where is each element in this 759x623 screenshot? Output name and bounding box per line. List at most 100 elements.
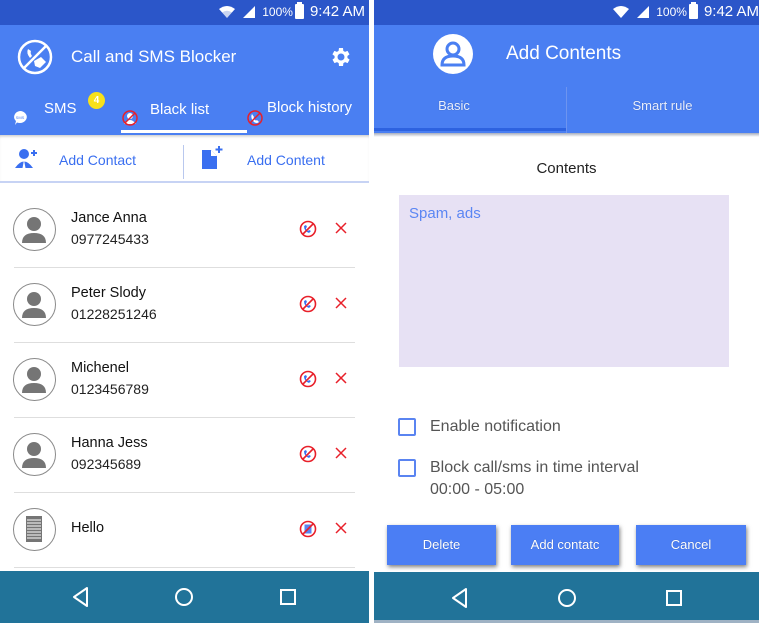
contact-phone: 092345689 (71, 456, 142, 472)
app-bar: Call and SMS Blocker SMS SMS 4 Black lis… (0, 25, 369, 135)
contents-label: Contents (536, 160, 597, 177)
person-icon (22, 367, 46, 393)
battery-icon (688, 2, 698, 19)
system-nav-bar (374, 572, 759, 620)
contact-name: Michenel (71, 360, 130, 376)
avatar (13, 208, 56, 251)
tab-block-history[interactable]: Block history (247, 87, 369, 135)
contents-input[interactable]: Spam, ads (399, 195, 729, 367)
avatar (13, 283, 56, 326)
blocked-call-icon[interactable] (299, 220, 317, 238)
blocked-call-icon[interactable] (299, 295, 317, 313)
close-icon[interactable] (334, 521, 348, 535)
tab-basic[interactable]: Basic (374, 83, 534, 130)
contact-name: Peter Slody (71, 285, 146, 301)
add-contact-label: Add Contact (59, 152, 137, 168)
blocked-person-icon (122, 110, 138, 126)
add-contact-button[interactable]: Add Contact (0, 135, 183, 183)
sms-bubble-icon: SMS (14, 111, 27, 125)
back-icon[interactable] (448, 586, 472, 610)
blocked-call-icon (247, 110, 263, 126)
row-divider (14, 567, 355, 568)
blacklist: Jance Anna 0977245433 Peter Slody 012282… (0, 193, 369, 568)
add-contact-button[interactable]: Add contatc (511, 525, 619, 565)
recents-icon[interactable] (276, 585, 300, 609)
blocked-message-icon[interactable] (299, 520, 317, 538)
system-nav-bar (0, 571, 369, 623)
person-icon (22, 217, 46, 243)
app-title: Call and SMS Blocker (71, 47, 237, 66)
enable-notification-label: Enable notification (430, 418, 561, 435)
status-bar: 100% 9:42 AM (374, 0, 759, 25)
clock: 9:42 AM (309, 3, 365, 20)
close-icon[interactable] (334, 371, 348, 385)
tab-block-history-label: Block history (267, 99, 353, 116)
home-icon[interactable] (172, 585, 196, 609)
add-person-icon (15, 149, 37, 168)
clock: 9:42 AM (703, 3, 759, 20)
status-bar: 100% 9:42 AM (0, 0, 369, 25)
person-icon (22, 292, 46, 318)
gear-icon[interactable] (329, 45, 353, 69)
tab-black-list[interactable]: Black list (121, 87, 247, 135)
tab-sms[interactable]: SMS SMS 4 (0, 87, 121, 135)
active-tab-indicator (374, 128, 566, 131)
contact-name: Jance Anna (71, 210, 147, 226)
add-document-icon (202, 146, 223, 169)
dialog-title: Add Contents (506, 43, 622, 64)
contact-name: Hanna Jess (71, 435, 148, 451)
list-item[interactable]: Hello (0, 493, 369, 568)
active-tab-indicator (121, 130, 247, 133)
sms-count-badge: 4 (88, 92, 105, 109)
signal-icon (243, 5, 256, 18)
list-item[interactable]: Jance Anna 0977245433 (0, 193, 369, 268)
contact-phone: 01228251246 (71, 306, 157, 322)
blocked-call-icon[interactable] (299, 445, 317, 463)
block-interval-label: Block call/sms in time interval (430, 459, 639, 476)
person-icon (433, 34, 473, 74)
cancel-button[interactable]: Cancel (636, 525, 746, 565)
list-item[interactable]: Hanna Jess 092345689 (0, 418, 369, 493)
dialog-header: Add Contents (374, 25, 759, 83)
delete-button[interactable]: Delete (387, 525, 496, 565)
svg-text:SMS: SMS (16, 115, 25, 120)
call-sms-blocked-icon (17, 39, 53, 75)
enable-notification-checkbox[interactable] (398, 418, 416, 436)
add-content-label: Add Content (247, 152, 325, 168)
main-tabs: SMS SMS 4 Black list Block history (0, 87, 369, 135)
avatar (13, 508, 56, 551)
blacklist-screen: 100% 9:42 AM Call and SMS Blocker SMS SM… (0, 0, 369, 623)
blocked-call-icon[interactable] (299, 370, 317, 388)
block-interval-time[interactable]: 00:00 - 05:00 (430, 481, 524, 499)
dialog-tabs: Basic Smart rule (374, 83, 759, 133)
list-item[interactable]: Peter Slody 01228251246 (0, 268, 369, 343)
back-icon[interactable] (69, 585, 93, 609)
tab-black-list-label: Black list (150, 101, 210, 118)
contact-phone: 0977245433 (71, 231, 149, 247)
battery-icon (294, 2, 304, 19)
battery-percent: 100% (656, 4, 687, 19)
close-icon[interactable] (334, 446, 348, 460)
block-interval-checkbox[interactable] (398, 459, 416, 477)
avatar (13, 433, 56, 476)
content-text: Hello (71, 520, 105, 536)
close-icon[interactable] (334, 296, 348, 310)
action-bar: Add Contact Add Content (0, 135, 369, 183)
battery-percent: 100% (262, 4, 293, 19)
add-contents-screen: 100% 9:42 AM Add Contents Basic Smart ru… (374, 0, 759, 623)
document-lines-icon (26, 516, 42, 542)
contact-phone: 0123456789 (71, 381, 149, 397)
close-icon[interactable] (334, 221, 348, 235)
home-icon[interactable] (555, 586, 579, 610)
wifi-icon (219, 5, 236, 18)
tab-sms-label: SMS (44, 100, 77, 117)
add-content-button[interactable]: Add Content (184, 135, 369, 183)
avatar (13, 358, 56, 401)
tab-shadow (374, 133, 759, 137)
person-icon (22, 442, 46, 468)
list-item[interactable]: Michenel 0123456789 (0, 343, 369, 418)
signal-icon (637, 5, 650, 18)
tab-smart-rule[interactable]: Smart rule (566, 83, 759, 130)
wifi-icon (613, 5, 630, 18)
recents-icon[interactable] (662, 586, 686, 610)
